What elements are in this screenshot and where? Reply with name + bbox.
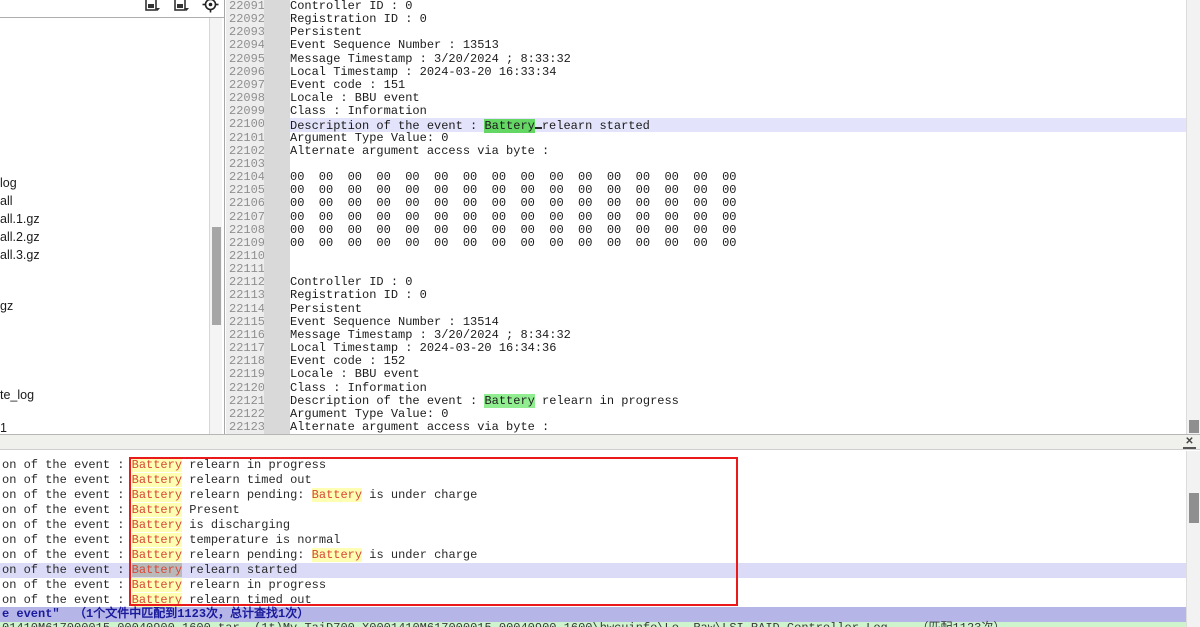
editor-line [290, 250, 1186, 263]
log-editor[interactable]: 2209122092220932209422095220962209722098… [226, 0, 1186, 434]
editor-line: Argument Type Value: 0 [290, 132, 1186, 145]
editor-line: 00 00 00 00 00 00 00 00 00 00 00 00 00 0… [290, 211, 1186, 224]
line-number: 22107 [226, 211, 264, 224]
line-number: 22106 [226, 197, 264, 210]
line-number: 22108 [226, 224, 264, 237]
editor-line: Message Timestamp : 3/20/2024 ; 8:33:32 [290, 53, 1186, 66]
result-match-highlight: Battery [132, 593, 182, 607]
editor-line: Alternate argument access via byte : [290, 145, 1186, 158]
editor-line: 00 00 00 00 00 00 00 00 00 00 00 00 00 0… [290, 197, 1186, 210]
search-result-row[interactable]: on of the event : Battery is discharging [0, 518, 290, 533]
line-number: 22095 [226, 53, 264, 66]
editor-scrollbar[interactable] [1186, 0, 1200, 434]
search-result-row[interactable]: on of the event : Battery temperature is… [0, 533, 340, 548]
editor-line: 00 00 00 00 00 00 00 00 00 00 00 00 00 0… [290, 224, 1186, 237]
status-bar-path: 01410M617000015-00040900-1600.tar (1t)My… [0, 622, 1186, 627]
search-match-highlight: Battery [484, 119, 534, 133]
results-scrollbar[interactable] [1186, 451, 1200, 627]
line-number: 22102 [226, 145, 264, 158]
search-result-row[interactable]: on of the event : Battery relearn pendin… [0, 548, 477, 563]
editor-line: Registration ID : 0 [290, 289, 1186, 302]
search-results-list: on of the event : Battery relearn in pro… [0, 451, 1200, 627]
editor-line [290, 263, 1186, 276]
file-tree-panel: logallall.1.gzall.2.gzall.3.gzgzte_log1l… [0, 17, 225, 434]
editor-scrollbar-thumb[interactable] [1189, 420, 1199, 433]
editor-line: Alternate argument access via byte : [290, 421, 1186, 434]
search-result-row[interactable]: on of the event : Battery relearn in pro… [0, 458, 326, 473]
line-number: 22100 [226, 118, 264, 131]
line-number: 22101 [226, 132, 264, 145]
result-match-highlight: Battery [312, 488, 362, 502]
close-icon[interactable]: ✕ [1183, 436, 1196, 449]
search-match-highlight: Battery [484, 394, 534, 408]
bookmark-margin [264, 0, 290, 434]
locate-target-icon[interactable] [202, 0, 219, 13]
line-number: 22115 [226, 316, 264, 329]
tree-item[interactable]: all.2.gz [0, 230, 44, 245]
result-match-highlight: Battery [132, 533, 182, 547]
editor-line: Description of the event : Battery relea… [290, 395, 1186, 408]
editor-line: Description of the event : Batteryrelear… [290, 118, 1186, 131]
view-log-icon[interactable] [173, 0, 190, 13]
result-match-highlight: Battery [132, 563, 182, 577]
result-match-highlight: Battery [132, 458, 182, 472]
editor-line: Class : Information [290, 105, 1186, 118]
line-number: 22119 [226, 368, 264, 381]
editor-line: Local Timestamp : 2024-03-20 16:33:34 [290, 66, 1186, 79]
result-match-highlight: Battery [132, 473, 182, 487]
line-number: 22120 [226, 382, 264, 395]
search-result-row[interactable]: on of the event : Battery relearn starte… [0, 563, 1186, 578]
editor-line: Event code : 151 [290, 79, 1186, 92]
result-match-highlight: Battery [132, 578, 182, 592]
line-number: 22113 [226, 289, 264, 302]
search-result-row[interactable]: on of the event : Battery relearn in pro… [0, 578, 326, 593]
editor-line: 00 00 00 00 00 00 00 00 00 00 00 00 00 0… [290, 237, 1186, 250]
tree-item[interactable]: all.1.gz [0, 212, 44, 227]
search-result-row[interactable]: on of the event : Battery relearn pendin… [0, 488, 477, 503]
result-match-highlight: Battery [132, 548, 182, 562]
search-result-row[interactable]: on of the event : Battery relearn timed … [0, 473, 312, 488]
results-scrollbar-thumb[interactable] [1189, 493, 1199, 523]
search-results-header: ✕ [0, 434, 1200, 450]
result-match-highlight: Battery [132, 518, 182, 532]
search-results-panel: ✕ on of the event : Battery relearn in p… [0, 434, 1200, 627]
editor-line: Event Sequence Number : 13514 [290, 316, 1186, 329]
tree-item[interactable]: log [0, 176, 21, 191]
tree-item[interactable]: gz [0, 299, 17, 314]
line-number: 22094 [226, 39, 264, 52]
editor-line: Locale : BBU event [290, 368, 1186, 381]
editor-line: Persistent [290, 303, 1186, 316]
file-tree-scrollbar[interactable] [209, 18, 222, 434]
editor-line: Local Timestamp : 2024-03-20 16:34:36 [290, 342, 1186, 355]
line-number: 22114 [226, 303, 264, 316]
editor-line: Registration ID : 0 [290, 13, 1186, 26]
search-summary: e event" （1个文件中匹配到1123次，总计查找1次） [0, 607, 1186, 622]
line-number: 22121 [226, 395, 264, 408]
line-number: 22109 [226, 237, 264, 250]
tree-item[interactable]: all [0, 194, 17, 209]
file-tree-scrollbar-thumb[interactable] [212, 227, 221, 325]
editor-line: Class : Information [290, 382, 1186, 395]
tree-item[interactable]: all.3.gz [0, 248, 44, 263]
search-result-row[interactable]: on of the event : Battery Present [0, 503, 240, 518]
text-caret [535, 118, 542, 129]
panel-divider[interactable] [224, 0, 225, 434]
line-number: 22123 [226, 421, 264, 434]
tree-item[interactable]: te_log [0, 388, 38, 403]
line-number: 22096 [226, 66, 264, 79]
result-match-highlight: Battery [132, 488, 182, 502]
result-match-highlight: Battery [312, 548, 362, 562]
editor-line: Event Sequence Number : 13513 [290, 39, 1186, 52]
tree-item[interactable]: 1 [0, 421, 11, 434]
editor-line: Event code : 152 [290, 355, 1186, 368]
export-log-icon[interactable] [144, 0, 161, 13]
editor-text-area[interactable]: Controller ID : 0Registration ID : 0Pers… [290, 0, 1186, 434]
result-match-highlight: Battery [132, 503, 182, 517]
toolbar [0, 0, 225, 17]
line-number-gutter: 2209122092220932209422095220962209722098… [226, 0, 264, 434]
